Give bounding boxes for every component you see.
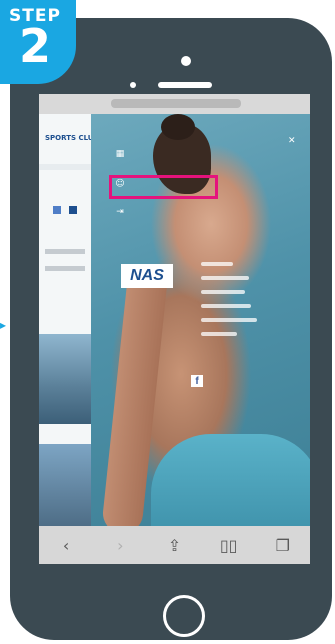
- close-icon[interactable]: ✕: [288, 136, 296, 146]
- page-image: [39, 444, 95, 526]
- tabs-icon[interactable]: ❐: [271, 533, 295, 557]
- browser-address-bar[interactable]: [39, 94, 310, 114]
- nav-square[interactable]: [53, 206, 61, 214]
- highlight-frame: [109, 175, 218, 199]
- browser-toolbar: ‹ › ⇪ ▯▯ ❐: [39, 526, 310, 564]
- nav-square[interactable]: [69, 206, 77, 214]
- menu-item-login[interactable]: ⇥: [115, 204, 131, 220]
- speaker-grille: [158, 82, 212, 88]
- text-line: [45, 249, 85, 254]
- step-number: 2: [18, 19, 51, 73]
- camera-icon: [181, 56, 191, 66]
- info-text-line: [201, 262, 233, 266]
- share-icon[interactable]: ⇪: [162, 533, 186, 557]
- nas-logo[interactable]: NAS: [121, 264, 173, 288]
- bookmarks-icon[interactable]: ▯▯: [217, 533, 241, 557]
- text-line: [45, 266, 85, 271]
- chevron-right-icon[interactable]: ›: [108, 533, 132, 557]
- url-field[interactable]: [111, 99, 241, 108]
- chevron-left-icon[interactable]: ‹: [54, 533, 78, 557]
- menu-item-schedule[interactable]: ▦: [115, 146, 131, 162]
- sensor-dot: [130, 82, 136, 88]
- calendar-icon: ▦: [115, 149, 125, 159]
- info-text-line: [201, 332, 237, 336]
- step-badge: STEP 2: [0, 0, 76, 84]
- page-image: [39, 334, 95, 424]
- info-text-line: [201, 304, 251, 308]
- home-button[interactable]: [163, 595, 205, 637]
- arrow-right-icon: ▸: [0, 318, 7, 332]
- info-text-line: [201, 290, 245, 294]
- info-text-line: [201, 276, 249, 280]
- facebook-icon[interactable]: f: [191, 375, 203, 387]
- login-icon: ⇥: [116, 207, 124, 217]
- divider: [39, 164, 94, 170]
- info-text-line: [201, 318, 257, 322]
- phone-screen: SPORTS CLUB ✕ ▦ ☺ ⇥ NAS f ‹ › ⇪ ▯▯ ❐: [39, 94, 310, 564]
- photo-bun: [161, 114, 195, 140]
